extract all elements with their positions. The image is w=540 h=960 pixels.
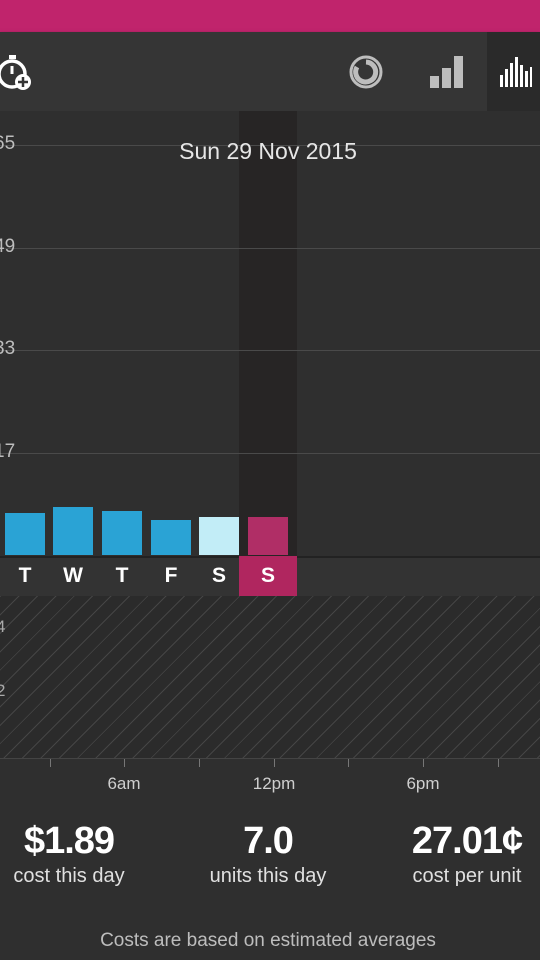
cost-value: $1.89 (23, 820, 115, 862)
axis-tick (348, 759, 349, 767)
bar[interactable] (151, 520, 191, 555)
axis-tick (498, 759, 499, 767)
ring-gauge-icon[interactable] (344, 50, 388, 94)
rate-label: cost per unit (412, 865, 522, 887)
bar[interactable] (102, 510, 142, 555)
selected-date-label: Sun 29 Nov 2015 (179, 138, 357, 164)
day-label[interactable]: F (151, 564, 191, 588)
day-label-selected[interactable]: S (248, 564, 288, 588)
units-stat: 7.0 units this day (178, 820, 358, 888)
hourly-y-label: 2 (0, 681, 6, 700)
hourly-y-label: 4 (0, 617, 6, 636)
hourly-chart (0, 596, 540, 758)
gridline (0, 248, 540, 249)
axis-tick (124, 759, 125, 767)
hour-label: 6pm (406, 774, 440, 793)
stopwatch-add-icon[interactable] (0, 50, 38, 94)
y-tick-label: 49 (0, 236, 16, 257)
status-bar (0, 0, 540, 32)
selected-day-column (239, 111, 297, 556)
bar[interactable] (5, 513, 45, 555)
rate-stat: 27.01¢ cost per unit (377, 820, 540, 888)
rate-value: 27.01¢ (411, 820, 523, 862)
cost-label: cost this day (13, 865, 125, 887)
cost-stat: $1.89 cost this day (0, 820, 159, 888)
y-tick-label: 33 (0, 338, 16, 359)
axis-tick (423, 759, 424, 767)
toolbar (0, 32, 540, 111)
axis-tick (199, 759, 200, 767)
gridline (0, 453, 540, 454)
hour-label: 12pm (252, 774, 296, 793)
bar-selected[interactable] (248, 517, 288, 555)
axis-tick (50, 759, 51, 767)
day-label[interactable]: T (5, 564, 45, 588)
units-label: units this day (209, 865, 327, 887)
units-value: 7.0 (243, 820, 294, 862)
hour-label: 6am (107, 774, 141, 793)
bar[interactable] (53, 506, 93, 555)
day-label[interactable]: T (102, 564, 142, 588)
day-label[interactable]: W (53, 564, 93, 588)
bar-steps-icon[interactable] (424, 50, 468, 94)
axis-tick (274, 759, 275, 767)
hour-axis: 6am 12pm 6pm (0, 758, 540, 809)
gridline (0, 350, 540, 351)
bar[interactable] (199, 516, 239, 555)
day-label[interactable]: S (199, 564, 239, 588)
y-tick-label: 17 (0, 441, 16, 462)
footnote: Costs are based on estimated averages (100, 930, 436, 951)
bar-detail-icon[interactable] (487, 32, 540, 111)
